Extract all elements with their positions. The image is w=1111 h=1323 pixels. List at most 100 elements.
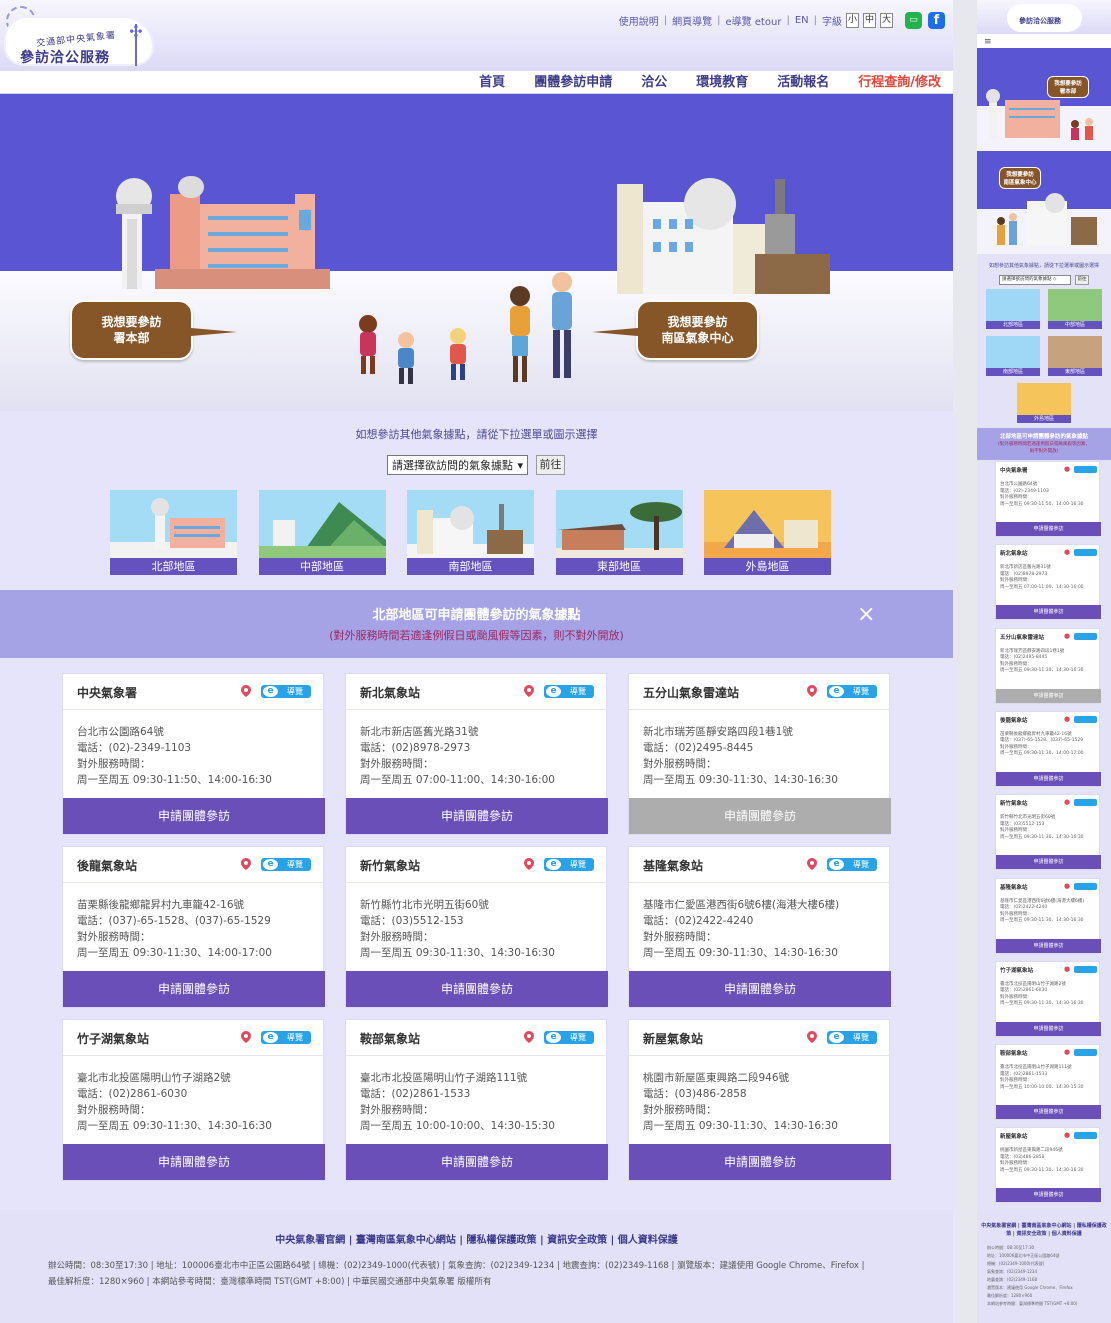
map-pin-icon[interactable]: ● <box>1064 882 1070 890</box>
e-tour-badge[interactable] <box>1074 549 1097 557</box>
mobile-station-select[interactable]: 請選擇欲訪問的氣象據點 ◇ <box>999 275 1071 285</box>
mobile-bubble-south[interactable]: 我想要參訪 南區氣象中心 <box>999 167 1041 189</box>
e-tour-badge[interactable]: e 導覽 <box>827 858 877 871</box>
mobile-apply-button[interactable]: 申請團體參訪 <box>996 688 1101 703</box>
map-pin-icon[interactable]: ● <box>1064 632 1070 640</box>
english-link[interactable]: EN <box>795 15 809 26</box>
map-pin-icon[interactable] <box>807 1031 817 1043</box>
mobile-apply-button[interactable]: 申請團體參訪 <box>996 605 1101 620</box>
nav-event-signup[interactable]: 活動報名 <box>777 73 829 92</box>
apply-group-visit-button[interactable]: 申請團體參訪 <box>346 1144 608 1180</box>
apply-group-visit-button[interactable]: 申請團體參訪 <box>63 1144 325 1180</box>
nav-group-visit[interactable]: 團體參訪申請 <box>534 73 612 92</box>
e-tour-badge[interactable] <box>1074 882 1097 890</box>
map-pin-icon[interactable] <box>241 685 251 697</box>
mobile-hero-south[interactable]: 我想要參訪 南區氣象中心 <box>977 151 1111 254</box>
e-tour-badge[interactable]: e 導覽 <box>544 1031 594 1044</box>
headquarters-illustration[interactable] <box>110 174 350 289</box>
mobile-region-islands[interactable]: 外島地區 <box>1017 383 1071 423</box>
map-pin-icon[interactable]: ● <box>1064 466 1070 473</box>
map-pin-icon[interactable]: ● <box>1064 549 1070 556</box>
hamburger-menu-icon[interactable]: ≡ <box>984 37 992 47</box>
mobile-apply-button[interactable]: 申請團體參訪 <box>996 855 1101 870</box>
font-medium-button[interactable]: 中 <box>863 13 876 28</box>
apply-group-visit-button[interactable]: 申請團體參訪 <box>346 798 608 834</box>
mobile-region-central[interactable]: 中部地區 <box>1048 289 1102 329</box>
e-tour-badge[interactable] <box>1074 715 1097 723</box>
region-tile-central[interactable]: 中部地區 <box>258 490 386 575</box>
mobile-hero-hq[interactable]: 我想要參訪 署本部 <box>977 48 1111 151</box>
e-tour-badge[interactable]: e 導覽 <box>827 685 877 698</box>
map-pin-icon[interactable]: ● <box>1064 715 1070 723</box>
apply-group-visit-button[interactable]: 申請團體參訪 <box>346 971 608 1007</box>
map-pin-icon[interactable] <box>241 1031 251 1043</box>
map-pin-icon[interactable] <box>807 685 817 697</box>
region-tile-islands[interactable]: 外島地區 <box>704 490 831 575</box>
mobile-station-details: 新北市瑞芳區靜安路四段1巷1號 電話：(02)2495-8445 對外服務時間： 周一… <box>1000 649 1100 675</box>
e-tour-badge[interactable] <box>1074 965 1097 973</box>
station-select[interactable]: 請選擇欲訪問的氣象據點 ▾ <box>387 455 528 475</box>
e-tour-badge[interactable] <box>1074 466 1097 473</box>
mobile-apply-button[interactable]: 申請團體參訪 <box>996 1021 1101 1036</box>
nav-itinerary-query[interactable]: 行程查詢/修改 <box>858 73 941 92</box>
map-pin-icon[interactable]: ● <box>1064 965 1070 973</box>
e-tour-badge[interactable]: e 導覽 <box>261 858 311 871</box>
mobile-footer-info-line: 瀏覽版本：建議使用 Google Chrome、Firefox <box>987 1285 1073 1290</box>
close-icon[interactable]: × <box>857 604 875 626</box>
map-pin-icon[interactable] <box>524 858 534 870</box>
e-tour-badge[interactable]: e 導覽 <box>544 858 594 871</box>
apply-group-visit-button[interactable]: 申請團體參訪 <box>63 798 325 834</box>
map-pin-icon[interactable] <box>524 685 534 697</box>
mobile-go-button[interactable]: 前往 <box>1075 275 1089 285</box>
mobile-apply-button[interactable]: 申請團體參訪 <box>996 1105 1101 1120</box>
mobile-apply-button[interactable]: 申請團體參訪 <box>996 771 1101 786</box>
font-small-button[interactable]: 小 <box>846 13 859 28</box>
mobile-apply-button[interactable]: 申請團體參訪 <box>996 522 1101 536</box>
e-tour-badge[interactable]: e 導覽 <box>827 1031 877 1044</box>
mobile-region-south[interactable]: 南部地區 <box>986 336 1040 376</box>
nav-home[interactable]: 首頁 <box>479 73 505 92</box>
region-tile-north[interactable]: 北部地區 <box>110 490 237 575</box>
speech-bubble-headquarters[interactable]: 我想要參訪 署本部 <box>70 300 237 360</box>
font-large-button[interactable]: 大 <box>880 13 893 28</box>
line-share-icon[interactable]: ▭ <box>905 12 922 29</box>
south-center-illustration[interactable] <box>615 174 835 294</box>
e-tour-badge[interactable]: e 導覽 <box>261 1031 311 1044</box>
mobile-logo[interactable]: 參訪洽公服務 <box>1007 4 1082 32</box>
map-pin-icon[interactable] <box>524 1031 534 1043</box>
map-pin-icon[interactable] <box>807 858 817 870</box>
site-map-link[interactable]: 網頁導覽 <box>672 13 712 28</box>
apply-group-visit-button[interactable]: 申請團體參訪 <box>63 971 325 1007</box>
e-tour-badge[interactable] <box>1074 632 1097 640</box>
apply-group-visit-button[interactable]: 申請團體參訪 <box>629 1144 891 1180</box>
e-tour-badge[interactable]: e 導覽 <box>544 685 594 698</box>
map-pin-icon[interactable] <box>241 858 251 870</box>
e-tour-badge[interactable] <box>1074 1132 1097 1140</box>
facebook-icon[interactable]: f <box>928 12 945 29</box>
footer-links[interactable]: 中央氣象署官網 | 臺灣南區氣象中心網站 | 隱私權保護政策 | 資訊安全政策 … <box>0 1231 953 1246</box>
e-tour-badge[interactable]: e 導覽 <box>261 685 311 698</box>
apply-group-visit-button[interactable]: 申請團體參訪 <box>629 971 891 1007</box>
usage-guide-link[interactable]: 使用說明 <box>619 13 659 28</box>
mobile-footer-links[interactable]: 中央氣象署官網 | 臺灣南區氣象中心網站 | 隱私權保護政策 | 資訊安全政策 … <box>981 1222 1107 1238</box>
nav-env-education[interactable]: 環境教育 <box>696 73 748 92</box>
divider <box>346 1055 608 1056</box>
map-pin-icon[interactable]: ● <box>1064 799 1070 806</box>
etour-link[interactable]: e導覽 etour <box>725 13 781 28</box>
apply-group-visit-button[interactable]: 申請團體參訪 <box>629 798 891 834</box>
mobile-bubble-hq[interactable]: 我想要參訪 署本部 <box>1047 76 1089 98</box>
map-pin-icon[interactable]: ● <box>1064 1132 1070 1139</box>
speech-bubble-south-center[interactable]: 我想要參訪 南區氣象中心 <box>592 300 759 360</box>
mobile-region-north[interactable]: 北部地區 <box>986 289 1040 329</box>
mobile-region-east[interactable]: 東部地區 <box>1048 336 1102 376</box>
e-tour-badge[interactable] <box>1074 1049 1097 1057</box>
region-tile-east[interactable]: 東部地區 <box>555 490 683 575</box>
map-pin-icon[interactable]: ● <box>1064 1049 1070 1056</box>
nav-business[interactable]: 洽公 <box>641 73 667 92</box>
mobile-apply-button[interactable]: 申請團體參訪 <box>996 938 1101 953</box>
e-tour-badge[interactable] <box>1074 799 1097 807</box>
mobile-apply-button[interactable]: 申請團體參訪 <box>996 1188 1101 1203</box>
go-button[interactable]: 前往 <box>536 455 565 475</box>
site-logo[interactable]: 交通部中央氣象署 參訪洽公服務 ✣ <box>6 6 152 66</box>
region-tile-south[interactable]: 南部地區 <box>407 490 534 575</box>
